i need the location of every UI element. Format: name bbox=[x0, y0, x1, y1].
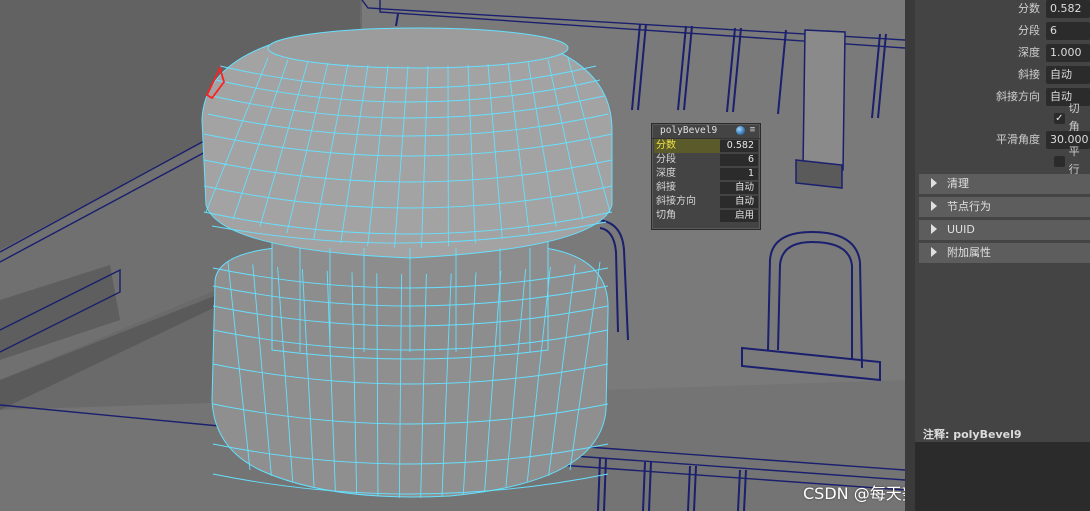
notes-textarea[interactable] bbox=[915, 442, 1090, 511]
3d-viewport[interactable]: polyBevel9 ≡ 分数 0.582 分段 6 深度 1 斜接 自动 斜接… bbox=[0, 0, 905, 511]
section-label: 附加属性 bbox=[947, 246, 991, 259]
hud-label: 分段 bbox=[656, 154, 676, 165]
hud-title[interactable]: polyBevel9 ≡ bbox=[652, 124, 760, 139]
attr-dropdown-miter[interactable]: 自动 bbox=[1046, 66, 1090, 84]
section-uuid[interactable]: UUID bbox=[919, 220, 1090, 240]
hud-title-text: polyBevel9 bbox=[660, 125, 718, 136]
section-label: 清理 bbox=[947, 177, 969, 190]
section-label: UUID bbox=[947, 223, 975, 236]
panel-splitter[interactable] bbox=[905, 0, 915, 511]
hud-row-miter[interactable]: 斜接 自动 bbox=[654, 181, 758, 195]
chamfer-checkbox[interactable]: ✓ bbox=[1054, 112, 1065, 124]
parallel-checkbox-row[interactable]: 平行 bbox=[1054, 145, 1090, 176]
hud-row-depth[interactable]: 深度 1 bbox=[654, 167, 758, 181]
notes-label: 注释: polyBevel9 bbox=[923, 428, 1022, 441]
hud-label: 斜接方向 bbox=[656, 196, 696, 207]
attr-label: 平滑角度 bbox=[996, 133, 1040, 146]
watermark: CSDN @每天努力一点点，哈哈 bbox=[803, 484, 905, 503]
hud-label: 分数 bbox=[654, 139, 720, 153]
poly-bevel-hud[interactable]: polyBevel9 ≡ 分数 0.582 分段 6 深度 1 斜接 自动 斜接… bbox=[651, 123, 761, 230]
hud-label: 斜接 bbox=[656, 182, 676, 193]
hud-value[interactable]: 0.582 bbox=[720, 140, 758, 152]
attr-label: 斜接 bbox=[1018, 68, 1040, 81]
hud-value[interactable]: 自动 bbox=[720, 182, 758, 194]
hud-label: 深度 bbox=[656, 168, 676, 179]
globe-icon[interactable] bbox=[736, 126, 745, 135]
hud-value[interactable]: 6 bbox=[720, 154, 758, 166]
attr-row-depth[interactable]: 深度 1.000 bbox=[950, 44, 1090, 62]
attr-label: 分段 bbox=[1018, 24, 1040, 37]
hud-label: 切角 bbox=[656, 210, 676, 221]
expand-arrow-icon[interactable] bbox=[931, 224, 937, 234]
attr-row-fraction[interactable]: 分数 0.582 bbox=[950, 0, 1090, 18]
mushroom-model bbox=[201, 27, 613, 498]
attr-label: 斜接方向 bbox=[996, 90, 1040, 103]
cap-top-face bbox=[267, 27, 569, 69]
hud-row-miter-along[interactable]: 斜接方向 自动 bbox=[654, 195, 758, 209]
menu-icon[interactable]: ≡ bbox=[748, 124, 757, 137]
section-node-behavior[interactable]: 节点行为 bbox=[919, 197, 1090, 217]
attr-field-fraction[interactable]: 0.582 bbox=[1046, 0, 1090, 18]
parallel-checkbox[interactable] bbox=[1054, 155, 1065, 167]
chamfer-checkbox-row[interactable]: ✓ 切角 bbox=[1054, 102, 1090, 133]
scene-canvas[interactable] bbox=[0, 0, 905, 511]
hud-row-fraction[interactable]: 分数 0.582 bbox=[654, 139, 758, 153]
hud-value[interactable]: 1 bbox=[720, 168, 758, 180]
attr-label: 深度 bbox=[1018, 46, 1040, 59]
section-extra-attributes[interactable]: 附加属性 bbox=[919, 243, 1090, 263]
hud-row-segments[interactable]: 分段 6 bbox=[654, 153, 758, 167]
attr-field-depth[interactable]: 1.000 bbox=[1046, 44, 1090, 62]
attribute-editor-panel: 分数 0.582 分段 6 深度 1.000 斜接 自动 斜接方向 自动 ✓ 切… bbox=[905, 0, 1090, 511]
attr-field-segments[interactable]: 6 bbox=[1046, 22, 1090, 40]
expand-arrow-icon[interactable] bbox=[931, 247, 937, 257]
hud-row-chamfer[interactable]: 切角 启用 bbox=[654, 209, 758, 223]
attr-label: 分数 bbox=[1018, 2, 1040, 15]
section-cleanup[interactable]: 清理 bbox=[919, 174, 1090, 194]
section-label: 节点行为 bbox=[947, 200, 991, 213]
attr-row-miter[interactable]: 斜接 自动 bbox=[950, 66, 1090, 84]
attr-row-segments[interactable]: 分段 6 bbox=[950, 22, 1090, 40]
expand-arrow-icon[interactable] bbox=[931, 178, 937, 188]
hud-value[interactable]: 启用 bbox=[720, 210, 758, 222]
hud-value[interactable]: 自动 bbox=[720, 196, 758, 208]
expand-arrow-icon[interactable] bbox=[931, 201, 937, 211]
